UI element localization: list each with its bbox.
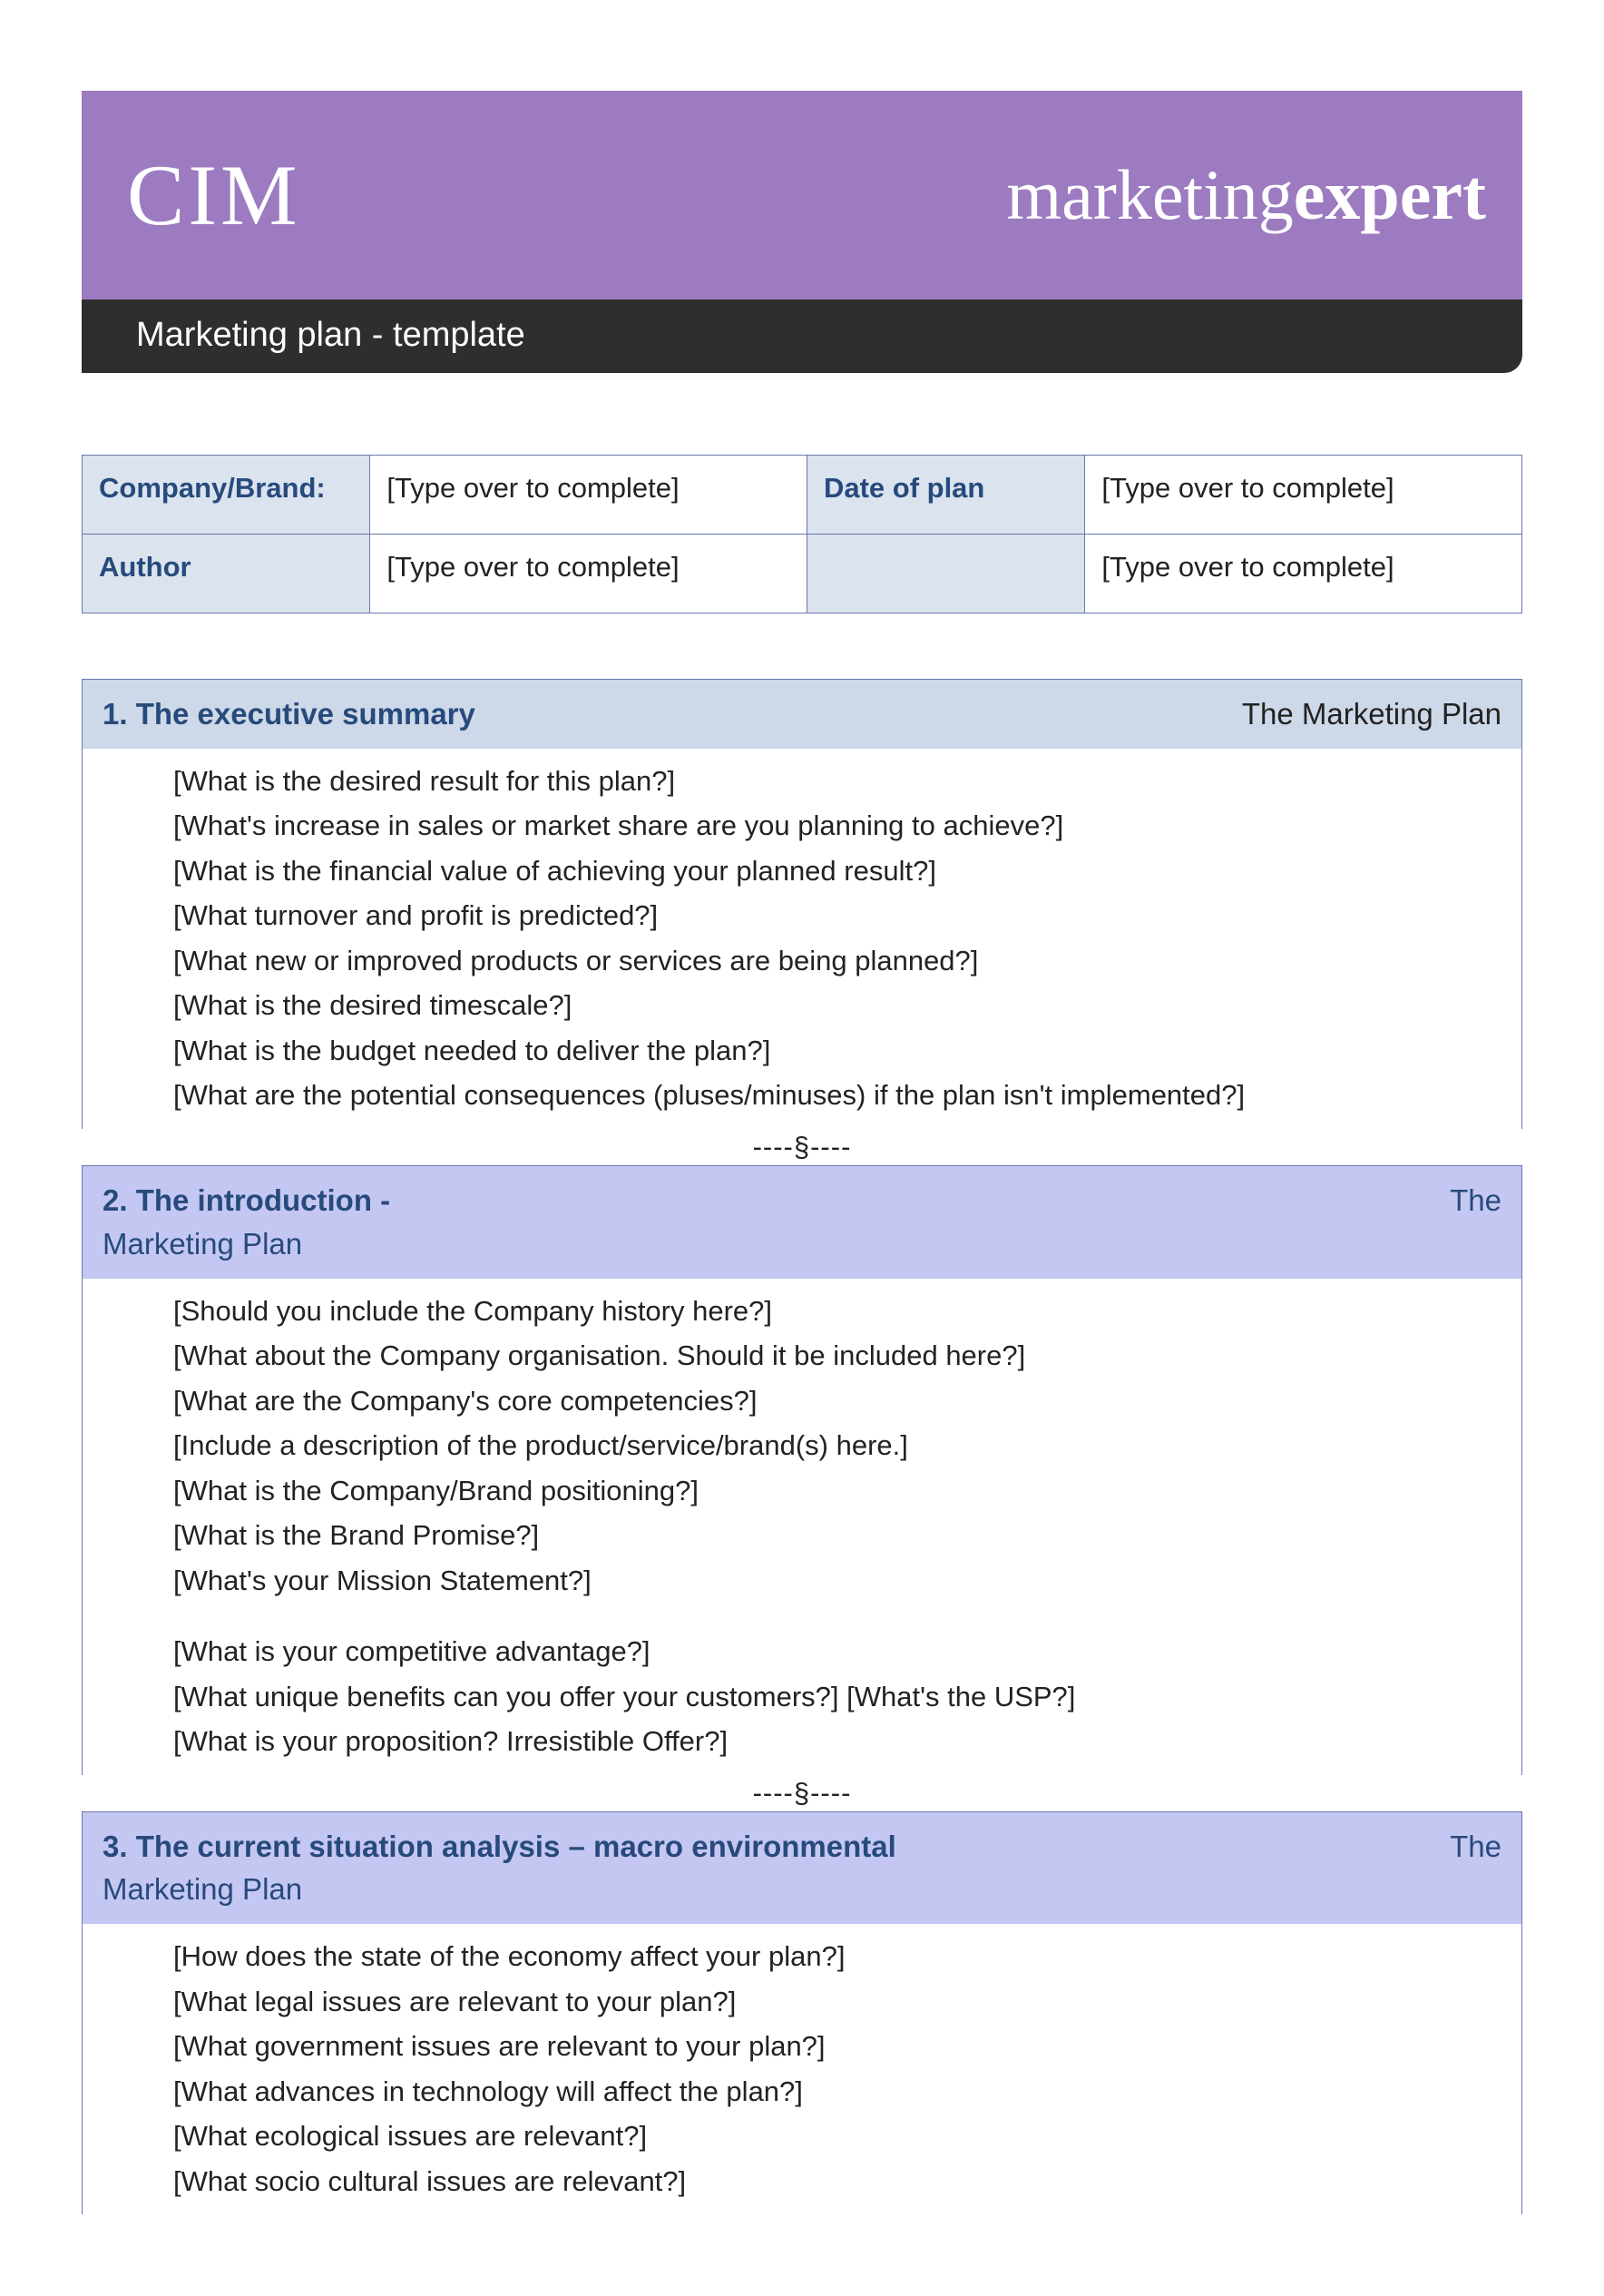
table-row: Company/Brand: [Type over to complete] D… xyxy=(83,456,1522,535)
section-introduction: 2. The introduction - The Marketing Plan… xyxy=(82,1165,1522,1775)
table-row: Author [Type over to complete] [Type ove… xyxy=(83,535,1522,613)
list-item: [What is the desired timescale?] xyxy=(173,985,1503,1027)
list-item: [What's increase in sales or market shar… xyxy=(173,805,1503,848)
list-item: [What socio cultural issues are relevant… xyxy=(173,2161,1503,2203)
list-item: [What unique benefits can you offer your… xyxy=(173,1676,1503,1719)
list-item: [What are the potential consequences (pl… xyxy=(173,1074,1503,1117)
list-item: [What turnover and profit is predicted?] xyxy=(173,895,1503,937)
list-item: [What about the Company organisation. Sh… xyxy=(173,1335,1503,1378)
date-value[interactable]: [Type over to complete] xyxy=(1085,456,1522,535)
date-label: Date of plan xyxy=(807,456,1084,535)
list-item: [What advances in technology will affect… xyxy=(173,2071,1503,2114)
list-item: [What's your Mission Statement?] xyxy=(173,1560,1503,1603)
section-title: 2. The introduction - xyxy=(103,1183,390,1217)
section-right-label: The Marketing Plan xyxy=(1242,692,1501,736)
section-subtitle: Marketing Plan xyxy=(103,1872,302,1906)
section-header: 1. The executive summary The Marketing P… xyxy=(83,680,1521,749)
list-item: [What is the Company/Brand positioning?] xyxy=(173,1470,1503,1513)
section-executive-summary: 1. The executive summary The Marketing P… xyxy=(82,679,1522,1129)
list-item: [What ecological issues are relevant?] xyxy=(173,2115,1503,2158)
list-item: [What is the Brand Promise?] xyxy=(173,1515,1503,1557)
info-table: Company/Brand: [Type over to complete] D… xyxy=(82,455,1522,613)
brand-text: marketingexpert xyxy=(1007,154,1486,236)
section-body[interactable]: [What is the desired result for this pla… xyxy=(83,749,1521,1129)
brand-bold: expert xyxy=(1294,155,1486,234)
section-subtitle: Marketing Plan xyxy=(103,1227,302,1261)
company-value[interactable]: [Type over to complete] xyxy=(370,456,807,535)
list-item: [Include a description of the product/se… xyxy=(173,1425,1503,1467)
section-separator: ----§---- xyxy=(82,1775,1522,1811)
section-right-label: The xyxy=(1450,1825,1501,1869)
section-body[interactable]: [Should you include the Company history … xyxy=(83,1279,1521,1614)
list-item: [Should you include the Company history … xyxy=(173,1290,1503,1333)
list-item: [What is your proposition? Irresistible … xyxy=(173,1721,1503,1763)
header-banner: CIM marketingexpert xyxy=(82,91,1522,299)
section-body[interactable]: [What is your competitive advantage?] [W… xyxy=(83,1614,1521,1775)
list-item: [What is the desired result for this pla… xyxy=(173,760,1503,803)
list-item: [What are the Company's core competencie… xyxy=(173,1380,1503,1423)
list-item: [What new or improved products or servic… xyxy=(173,940,1503,983)
list-item: [What is the financial value of achievin… xyxy=(173,850,1503,893)
author-value[interactable]: [Type over to complete] xyxy=(370,535,807,613)
logo: CIM xyxy=(127,145,300,245)
blank-value[interactable]: [Type over to complete] xyxy=(1085,535,1522,613)
section-right-label: The xyxy=(1450,1179,1501,1222)
section-title: 1. The executive summary xyxy=(103,697,475,731)
list-item: [What government issues are relevant to … xyxy=(173,2026,1503,2068)
author-label: Author xyxy=(83,535,370,613)
section-header: 2. The introduction - The Marketing Plan xyxy=(83,1166,1521,1279)
section-body[interactable]: [How does the state of the economy affec… xyxy=(83,1924,1521,2214)
list-item: [What is the budget needed to deliver th… xyxy=(173,1030,1503,1073)
brand-light: marketing xyxy=(1007,155,1294,234)
section-header: 3. The current situation analysis – macr… xyxy=(83,1812,1521,1925)
list-item: [What is your competitive advantage?] xyxy=(173,1631,1503,1673)
list-item: [How does the state of the economy affec… xyxy=(173,1936,1503,1978)
section-title: 3. The current situation analysis – macr… xyxy=(103,1830,896,1863)
document-title-bar: Marketing plan - template xyxy=(82,299,1522,373)
blank-label xyxy=(807,535,1084,613)
company-label: Company/Brand: xyxy=(83,456,370,535)
section-separator: ----§---- xyxy=(82,1129,1522,1165)
section-situation-analysis: 3. The current situation analysis – macr… xyxy=(82,1811,1522,2215)
list-item: [What legal issues are relevant to your … xyxy=(173,1981,1503,2024)
